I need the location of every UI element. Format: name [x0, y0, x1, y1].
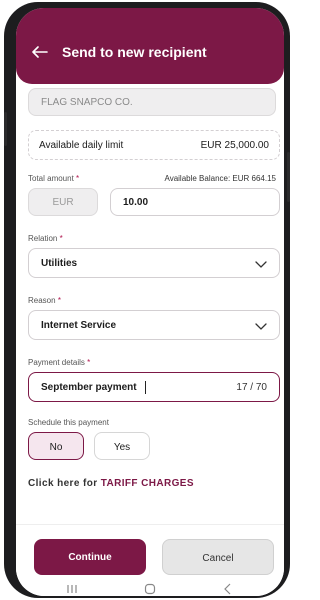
daily-limit-label: Available daily limit: [39, 140, 124, 151]
relation-label-row: Relation *: [28, 234, 63, 243]
amount-value: 10.00: [123, 197, 149, 208]
recent-apps-icon[interactable]: [66, 583, 78, 595]
character-counter: 17 / 70: [236, 382, 267, 393]
continue-label: Continue: [68, 552, 112, 563]
back-arrow-icon[interactable]: [32, 46, 48, 58]
tariff-charges-link[interactable]: TARIFF CHARGES: [101, 478, 194, 489]
payment-details-label-row: Payment details *: [28, 358, 90, 367]
reason-label-row: Reason *: [28, 296, 61, 305]
schedule-yes-label: Yes: [113, 442, 131, 453]
relation-select[interactable]: Utilities: [28, 248, 280, 278]
currency-field: EUR: [28, 188, 98, 216]
phone-side-button: [287, 152, 290, 202]
chevron-down-icon: [255, 261, 267, 268]
tariff-prefix: Click here for: [28, 478, 98, 489]
daily-limit-value: EUR 25,000.00: [200, 140, 269, 151]
cancel-label: Cancel: [202, 553, 234, 564]
reason-select[interactable]: Internet Service: [28, 310, 280, 340]
cancel-button[interactable]: Cancel: [162, 539, 274, 575]
available-balance: Available Balance: EUR 664.15: [164, 174, 276, 183]
schedule-no-button[interactable]: No: [28, 432, 84, 460]
phone-frame: Send to new recipient FLAG SNAPCO CO. Av…: [4, 2, 290, 598]
amount-label: Total amount: [28, 174, 74, 183]
daily-limit-box: Available daily limit EUR 25,000.00: [28, 130, 280, 160]
schedule-no-label: No: [49, 442, 63, 453]
chevron-down-icon: [255, 323, 267, 330]
company-name-text: FLAG SNAPCO CO.: [41, 97, 133, 108]
currency-text: EUR: [52, 197, 74, 208]
payment-details-label: Payment details: [28, 358, 85, 367]
page: Send to new recipient FLAG SNAPCO CO. Av…: [0, 0, 292, 600]
payment-details-input[interactable]: September payment 17 / 70: [28, 372, 280, 402]
back-nav-icon[interactable]: [222, 583, 234, 595]
schedule-label: Schedule this payment: [28, 418, 109, 427]
relation-label: Relation: [28, 234, 58, 243]
required-mark: *: [59, 234, 63, 243]
required-mark: *: [76, 174, 80, 183]
required-mark: *: [57, 296, 61, 305]
schedule-yes-button[interactable]: Yes: [94, 432, 150, 460]
continue-button[interactable]: Continue: [34, 539, 146, 575]
app-screen: Send to new recipient FLAG SNAPCO CO. Av…: [16, 8, 284, 596]
reason-value: Internet Service: [41, 320, 117, 331]
system-nav-bar: [16, 582, 284, 596]
relation-value: Utilities: [41, 258, 78, 269]
text-cursor: [145, 381, 146, 394]
home-icon[interactable]: [144, 583, 156, 595]
phone-side-button: [4, 112, 7, 146]
amount-input[interactable]: 10.00: [110, 188, 280, 216]
amount-label-row: Total amount *: [28, 174, 79, 183]
tariff-row: Click here for TARIFF CHARGES: [28, 478, 194, 489]
app-header: Send to new recipient: [16, 8, 284, 84]
required-mark: *: [87, 358, 91, 367]
company-name-field: FLAG SNAPCO CO.: [28, 88, 276, 116]
page-title: Send to new recipient: [62, 44, 207, 60]
reason-label: Reason: [28, 296, 56, 305]
payment-details-value: September payment: [41, 382, 137, 393]
